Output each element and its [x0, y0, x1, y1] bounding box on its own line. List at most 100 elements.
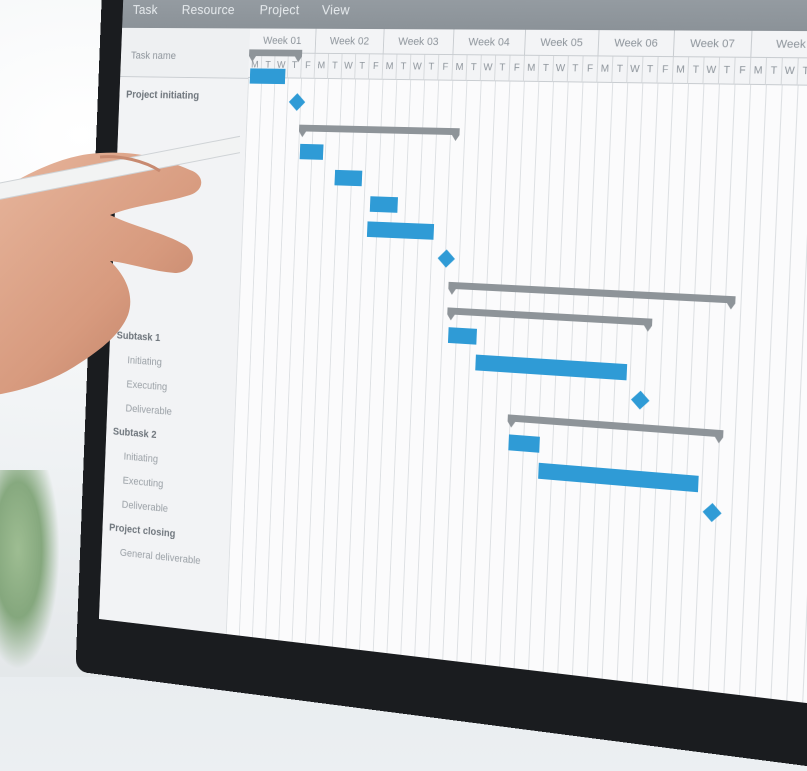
grid-line [291, 78, 316, 642]
day-header: T [688, 57, 705, 85]
task-row[interactable] [118, 108, 247, 135]
menu-view[interactable]: View [321, 2, 350, 17]
day-header: T [495, 55, 511, 82]
day-header: W [627, 56, 644, 84]
grid-line [631, 83, 659, 683]
milestone[interactable] [702, 503, 722, 523]
day-header: F [734, 57, 752, 85]
day-header: W [703, 57, 721, 85]
day-header: M [382, 54, 398, 80]
grid-line [528, 82, 554, 671]
grid-line [428, 80, 454, 659]
day-header: W [553, 56, 569, 83]
grid-line [571, 82, 599, 676]
task-row[interactable]: Project initiating [119, 83, 248, 110]
day-header: M [750, 57, 768, 86]
day-header: T [765, 58, 783, 86]
grid-line [304, 78, 329, 644]
grid-line [414, 80, 440, 657]
day-header: M [314, 53, 330, 79]
summary-bar[interactable] [249, 49, 303, 57]
task-bar[interactable] [299, 143, 324, 160]
menu-bar: Task Resource Project View [122, 0, 807, 32]
grid-line [738, 85, 767, 696]
grid-line [251, 78, 276, 638]
task-bar[interactable] [508, 434, 540, 453]
task-bar[interactable] [475, 354, 628, 381]
grid-line [542, 82, 569, 672]
grid-line [372, 79, 398, 652]
day-header: T [396, 54, 412, 81]
day-header: T [612, 56, 629, 84]
grid-line [616, 83, 644, 681]
task-bar[interactable] [447, 327, 477, 345]
day-header: W [341, 54, 357, 80]
menu-project[interactable]: Project [259, 2, 299, 17]
grid-line [331, 79, 357, 647]
summary-bar[interactable] [447, 307, 653, 326]
menu-resource[interactable]: Resource [182, 2, 236, 17]
task-row-label: General deliverable [119, 547, 201, 567]
grid-line [707, 84, 736, 692]
task-name-header: Task name [130, 50, 177, 62]
day-header: T [642, 56, 659, 84]
plant-blur [0, 470, 60, 670]
summary-bar[interactable] [448, 281, 736, 304]
grid-line [646, 83, 674, 685]
grid-line [661, 84, 690, 686]
day-header: M [672, 57, 690, 85]
day-header: F [438, 54, 454, 81]
day-header: T [466, 55, 482, 82]
day-header: M [452, 55, 468, 81]
task-bar[interactable] [369, 196, 398, 213]
week-header: Week 06 [598, 30, 676, 58]
task-bar[interactable] [538, 462, 699, 493]
task-row-label: Deliverable [125, 402, 173, 418]
grid-line [499, 81, 525, 667]
week-header: Week 03 [383, 29, 455, 56]
day-header: F [509, 55, 525, 82]
day-header: M [523, 55, 540, 82]
day-header: F [368, 54, 384, 80]
milestone[interactable] [288, 93, 306, 111]
task-row-label: Initiating [123, 451, 159, 466]
day-header: F [301, 53, 316, 79]
task-list-header: Task name [120, 27, 251, 79]
summary-bar[interactable] [507, 414, 724, 438]
task-bar[interactable] [366, 221, 435, 240]
week-header: Week 05 [524, 29, 600, 57]
day-header: T [538, 55, 555, 83]
task-bar[interactable] [249, 68, 286, 85]
task-row-label: Project initiating [125, 89, 200, 102]
grid-line [754, 85, 783, 697]
grid-line [456, 81, 482, 662]
grid-line [318, 79, 343, 646]
day-header: T [718, 57, 736, 85]
grid-line [601, 83, 629, 679]
milestone[interactable] [630, 390, 650, 410]
task-bar[interactable] [334, 169, 363, 187]
grid-line [386, 80, 412, 654]
grid-line [802, 85, 807, 703]
grid-line [723, 84, 752, 694]
grid-line [557, 82, 584, 674]
task-row-label: Subtask 2 [112, 426, 157, 441]
milestone[interactable] [437, 249, 455, 268]
grid-line [345, 79, 370, 649]
day-header: F [657, 56, 674, 84]
day-header: F [582, 56, 599, 83]
grid-line [692, 84, 720, 690]
grid-line [586, 82, 614, 678]
week-header: Week 02 [315, 28, 385, 55]
grid-line [359, 79, 384, 650]
day-header: W [781, 58, 799, 86]
grid-line [677, 84, 705, 688]
day-header: W [410, 54, 426, 81]
week-header: Week [751, 30, 807, 59]
menu-task[interactable]: Task [133, 2, 158, 17]
day-header: T [797, 58, 807, 86]
week-header: Week 04 [453, 29, 527, 56]
grid-line [484, 81, 511, 665]
week-header: Week 07 [673, 30, 753, 58]
day-header: T [567, 56, 584, 83]
